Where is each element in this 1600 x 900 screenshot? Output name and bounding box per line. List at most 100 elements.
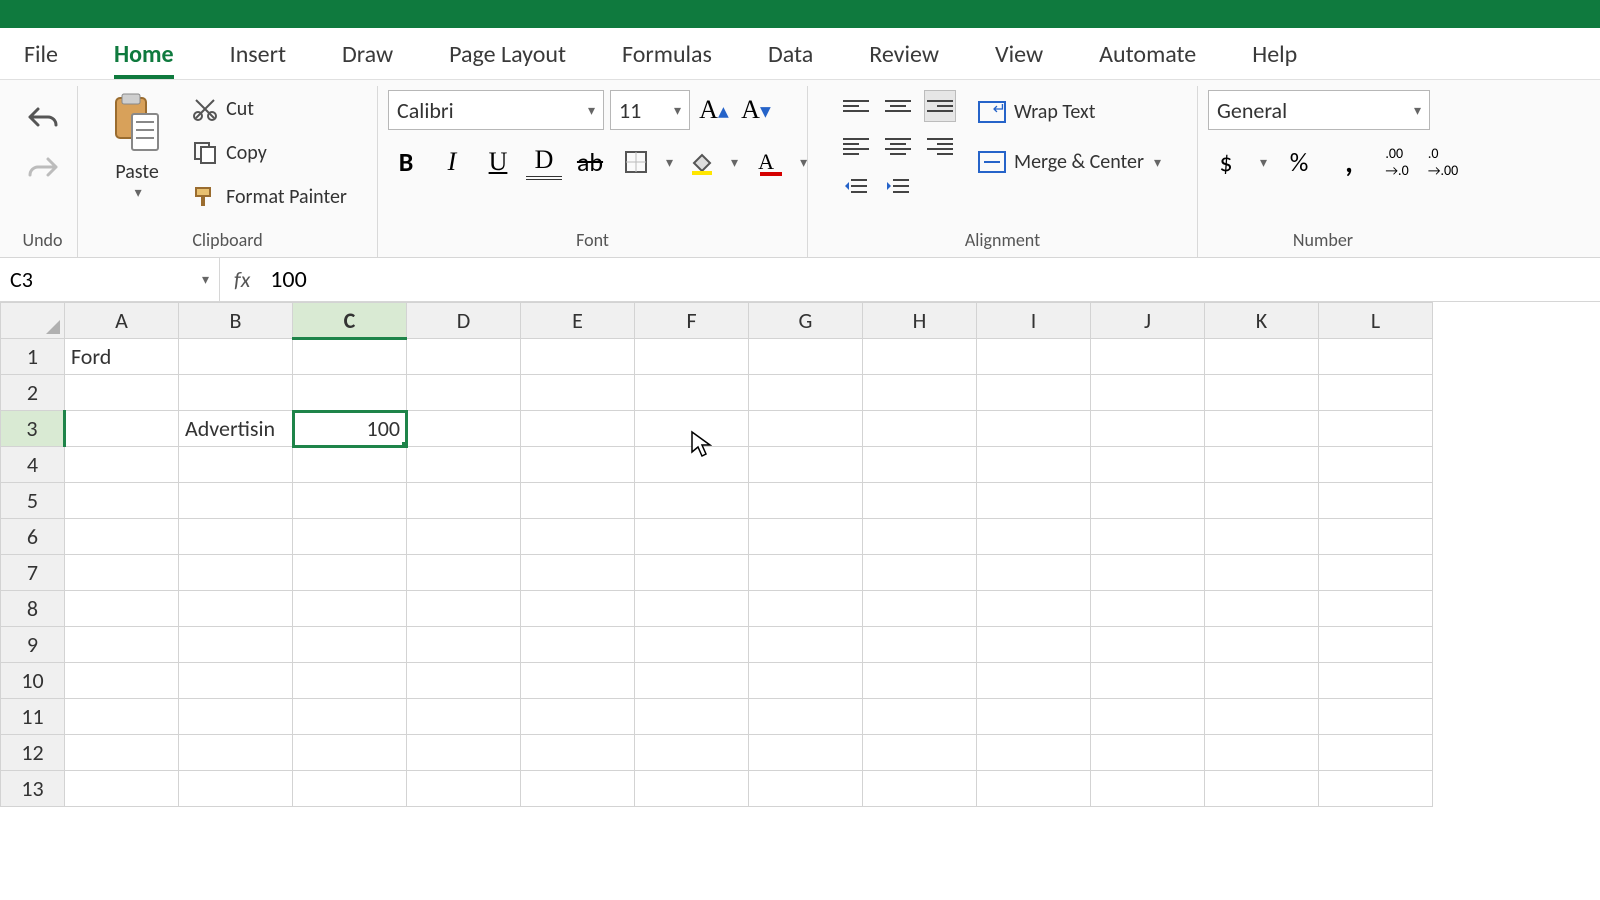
cell-C9[interactable]: [293, 627, 407, 663]
cell-G12[interactable]: [749, 735, 863, 771]
tab-formulas[interactable]: Formulas: [622, 30, 712, 79]
cell-B12[interactable]: [179, 735, 293, 771]
cell-H4[interactable]: [863, 447, 977, 483]
cell-A2[interactable]: [65, 375, 179, 411]
currency-button[interactable]: $: [1208, 144, 1244, 180]
tab-draw[interactable]: Draw: [342, 30, 393, 79]
cell-B3[interactable]: Advertisin: [179, 411, 293, 447]
cell-K10[interactable]: [1205, 663, 1319, 699]
cell-A6[interactable]: [65, 519, 179, 555]
bold-button[interactable]: B: [388, 144, 424, 180]
cell-C3[interactable]: 100: [293, 411, 407, 447]
cell-C5[interactable]: [293, 483, 407, 519]
column-header-I[interactable]: I: [977, 303, 1091, 339]
cell-J13[interactable]: [1091, 771, 1205, 807]
cell-L11[interactable]: [1319, 699, 1433, 735]
cell-I10[interactable]: [977, 663, 1091, 699]
increase-decimal-button[interactable]: .00→.0: [1381, 146, 1413, 178]
cell-I11[interactable]: [977, 699, 1091, 735]
tab-view[interactable]: View: [995, 30, 1043, 79]
cell-G7[interactable]: [749, 555, 863, 591]
cell-D12[interactable]: [407, 735, 521, 771]
column-header-B[interactable]: B: [179, 303, 293, 339]
cell-K7[interactable]: [1205, 555, 1319, 591]
cell-C12[interactable]: [293, 735, 407, 771]
cell-E1[interactable]: [521, 339, 635, 375]
cell-H1[interactable]: [863, 339, 977, 375]
cell-E2[interactable]: [521, 375, 635, 411]
cell-K11[interactable]: [1205, 699, 1319, 735]
row-header-8[interactable]: 8: [1, 591, 65, 627]
cell-D11[interactable]: [407, 699, 521, 735]
borders-dropdown-icon[interactable]: ▾: [666, 154, 673, 171]
cell-G1[interactable]: [749, 339, 863, 375]
cell-C8[interactable]: [293, 591, 407, 627]
fx-icon[interactable]: fx: [234, 266, 250, 293]
tab-home[interactable]: Home: [114, 30, 174, 79]
cell-L13[interactable]: [1319, 771, 1433, 807]
column-header-H[interactable]: H: [863, 303, 977, 339]
cell-K5[interactable]: [1205, 483, 1319, 519]
cell-K9[interactable]: [1205, 627, 1319, 663]
font-color-dropdown-icon[interactable]: ▾: [800, 154, 807, 171]
cell-E10[interactable]: [521, 663, 635, 699]
cell-G2[interactable]: [749, 375, 863, 411]
merge-dropdown-icon[interactable]: ▾: [1154, 154, 1161, 171]
cell-E4[interactable]: [521, 447, 635, 483]
cell-B1[interactable]: [179, 339, 293, 375]
column-header-F[interactable]: F: [635, 303, 749, 339]
cell-F8[interactable]: [635, 591, 749, 627]
cell-L7[interactable]: [1319, 555, 1433, 591]
cell-I8[interactable]: [977, 591, 1091, 627]
cell-E6[interactable]: [521, 519, 635, 555]
cell-I7[interactable]: [977, 555, 1091, 591]
undo-button[interactable]: [25, 100, 61, 136]
cell-B5[interactable]: [179, 483, 293, 519]
cell-E12[interactable]: [521, 735, 635, 771]
cell-F12[interactable]: [635, 735, 749, 771]
cell-H12[interactable]: [863, 735, 977, 771]
cell-B2[interactable]: [179, 375, 293, 411]
cell-K2[interactable]: [1205, 375, 1319, 411]
cell-I3[interactable]: [977, 411, 1091, 447]
cell-L10[interactable]: [1319, 663, 1433, 699]
fill-color-button[interactable]: [683, 144, 719, 180]
number-format-select[interactable]: General ▾: [1208, 90, 1430, 130]
cell-J5[interactable]: [1091, 483, 1205, 519]
cell-D3[interactable]: [407, 411, 521, 447]
cell-C10[interactable]: [293, 663, 407, 699]
cell-B10[interactable]: [179, 663, 293, 699]
column-header-C[interactable]: C: [293, 303, 407, 339]
cell-K3[interactable]: [1205, 411, 1319, 447]
cell-K13[interactable]: [1205, 771, 1319, 807]
cell-A4[interactable]: [65, 447, 179, 483]
decrease-decimal-button[interactable]: .0→.00: [1427, 146, 1459, 178]
cell-K4[interactable]: [1205, 447, 1319, 483]
cell-I12[interactable]: [977, 735, 1091, 771]
cell-B4[interactable]: [179, 447, 293, 483]
cell-K8[interactable]: [1205, 591, 1319, 627]
tab-automate[interactable]: Automate: [1099, 30, 1196, 79]
cell-F4[interactable]: [635, 447, 749, 483]
underline-button[interactable]: U: [480, 144, 516, 180]
strikethrough-button[interactable]: ab: [572, 144, 608, 180]
cell-E7[interactable]: [521, 555, 635, 591]
cell-F6[interactable]: [635, 519, 749, 555]
cell-F11[interactable]: [635, 699, 749, 735]
cell-L9[interactable]: [1319, 627, 1433, 663]
fill-color-dropdown-icon[interactable]: ▾: [731, 154, 738, 171]
cell-D4[interactable]: [407, 447, 521, 483]
cell-L12[interactable]: [1319, 735, 1433, 771]
align-bottom-button[interactable]: [924, 90, 956, 122]
cell-C11[interactable]: [293, 699, 407, 735]
align-center-button[interactable]: [882, 130, 914, 162]
cell-G3[interactable]: [749, 411, 863, 447]
percent-button[interactable]: %: [1281, 144, 1317, 180]
cell-L2[interactable]: [1319, 375, 1433, 411]
column-header-D[interactable]: D: [407, 303, 521, 339]
cell-D9[interactable]: [407, 627, 521, 663]
cell-A11[interactable]: [65, 699, 179, 735]
row-header-2[interactable]: 2: [1, 375, 65, 411]
cell-I4[interactable]: [977, 447, 1091, 483]
cell-L3[interactable]: [1319, 411, 1433, 447]
